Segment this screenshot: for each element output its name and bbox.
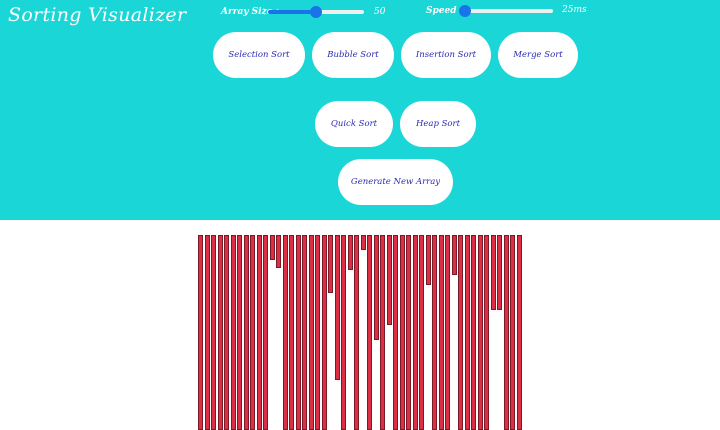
array-bar — [477, 235, 483, 430]
array-bar — [445, 235, 450, 430]
generate-new-array-button[interactable]: Generate New Array — [338, 159, 453, 205]
array-bar — [490, 235, 496, 310]
speed-value: 25ms — [562, 5, 587, 15]
array-bar — [295, 235, 301, 430]
array-bar — [438, 235, 444, 430]
array-bar — [393, 235, 398, 430]
array-size-slider-thumb[interactable] — [310, 6, 322, 18]
array-bar — [334, 235, 340, 380]
array-size-slider[interactable] — [268, 5, 364, 19]
array-size-value: 50 — [374, 7, 386, 17]
array-bar — [516, 235, 522, 430]
array-bar — [289, 235, 294, 430]
array-bar — [198, 235, 203, 430]
array-bar — [432, 235, 437, 430]
selection-sort-button[interactable]: Selection Sort — [213, 32, 305, 78]
array-bar — [451, 235, 457, 275]
quick-sort-button[interactable]: Quick Sort — [315, 101, 393, 147]
array-bar — [386, 235, 392, 325]
insertion-sort-button[interactable]: Insertion Sort — [401, 32, 491, 78]
array-bar — [250, 235, 255, 430]
merge-sort-button[interactable]: Merge Sort — [498, 32, 578, 78]
array-bar — [367, 235, 372, 430]
array-bar — [406, 235, 411, 430]
array-bar — [224, 235, 229, 430]
array-bar — [276, 235, 281, 268]
array-bar — [308, 235, 314, 430]
speed-slider[interactable] — [459, 4, 553, 18]
array-bar — [510, 235, 515, 430]
array-bar — [412, 235, 418, 430]
array-bar — [347, 235, 353, 270]
array-bar — [256, 235, 262, 430]
array-bar — [269, 235, 275, 260]
array-bars-container — [198, 235, 522, 430]
array-bar — [282, 235, 288, 430]
array-bar — [211, 235, 216, 430]
array-bar — [471, 235, 476, 430]
array-bar — [217, 235, 223, 430]
header-panel: Sorting Visualizer Array Size : 50 Speed… — [0, 0, 720, 220]
array-bar — [503, 235, 509, 430]
array-bar — [464, 235, 470, 430]
array-bar — [237, 235, 242, 430]
array-bar — [321, 235, 327, 430]
array-bar — [399, 235, 405, 430]
array-bar — [204, 235, 210, 430]
array-bar — [263, 235, 268, 430]
array-bar — [341, 235, 346, 430]
array-bar — [315, 235, 320, 430]
array-bar — [354, 235, 359, 430]
speed-slider-track — [459, 9, 553, 13]
speed-label: Speed : — [426, 6, 463, 16]
array-bar — [373, 235, 379, 340]
array-bar — [243, 235, 249, 430]
bubble-sort-button[interactable]: Bubble Sort — [312, 32, 394, 78]
array-bar — [458, 235, 463, 430]
array-bar — [230, 235, 236, 430]
array-bar — [425, 235, 431, 285]
heap-sort-button[interactable]: Heap Sort — [400, 101, 476, 147]
array-bar — [484, 235, 489, 430]
speed-slider-thumb[interactable] — [459, 5, 471, 17]
array-bar — [419, 235, 424, 430]
app-title: Sorting Visualizer — [8, 4, 187, 26]
array-bar — [497, 235, 502, 310]
array-bar — [380, 235, 385, 430]
array-bar — [360, 235, 366, 250]
array-bar — [328, 235, 333, 293]
array-size-slider-fill — [268, 10, 316, 14]
array-bar — [302, 235, 307, 430]
